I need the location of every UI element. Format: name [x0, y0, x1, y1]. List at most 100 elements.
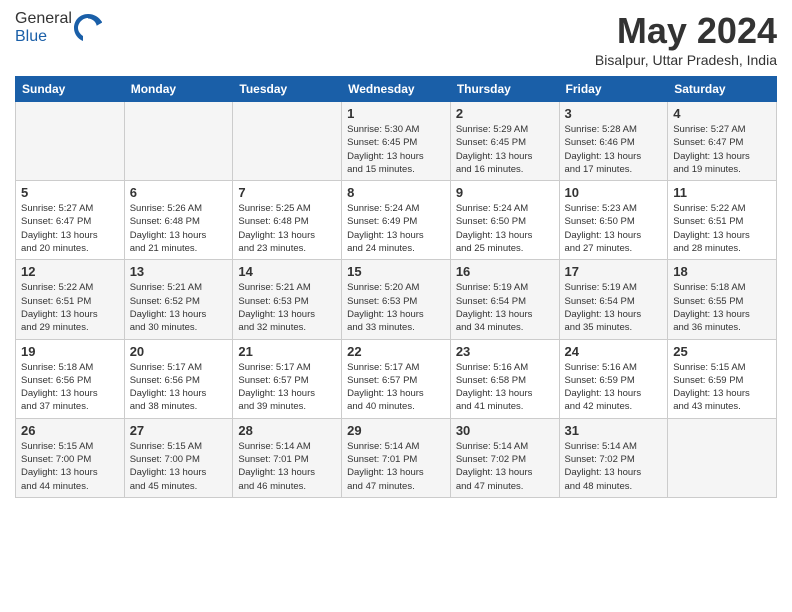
day-number: 19 [21, 344, 119, 359]
calendar-cell: 5Sunrise: 5:27 AM Sunset: 6:47 PM Daylig… [16, 181, 125, 260]
day-number: 26 [21, 423, 119, 438]
day-number: 3 [565, 106, 663, 121]
day-info: Sunrise: 5:20 AM Sunset: 6:53 PM Dayligh… [347, 281, 445, 334]
calendar-week-2: 12Sunrise: 5:22 AM Sunset: 6:51 PM Dayli… [16, 260, 777, 339]
day-info: Sunrise: 5:14 AM Sunset: 7:02 PM Dayligh… [565, 440, 663, 493]
day-number: 11 [673, 185, 771, 200]
day-info: Sunrise: 5:21 AM Sunset: 6:52 PM Dayligh… [130, 281, 228, 334]
calendar-cell: 28 Sunrise: 5:14 AM Sunset: 7:01 PM Dayli… [233, 418, 342, 497]
day-number: 24 [565, 344, 663, 359]
calendar-cell: 29 Sunrise: 5:14 AM Sunset: 7:01 PM Dayli… [342, 418, 451, 497]
location: Bisalpur, Uttar Pradesh, India [595, 52, 777, 68]
day-info: Sunrise: 5:16 AM Sunset: 6:59 PM Dayligh… [565, 361, 663, 414]
calendar-cell: 27 Sunrise: 5:15 AM Sunset: 7:00 PM Dayli… [124, 418, 233, 497]
day-info: Sunrise: 5:19 AM Sunset: 6:54 PM Dayligh… [565, 281, 663, 334]
calendar-cell [668, 418, 777, 497]
col-friday: Friday [559, 77, 668, 102]
calendar-cell: 7 Sunrise: 5:25 AM Sunset: 6:48 PM Daylig… [233, 181, 342, 260]
calendar-cell: 6Sunrise: 5:26 AM Sunset: 6:48 PM Daylig… [124, 181, 233, 260]
day-number: 21 [238, 344, 336, 359]
day-number: 5 [21, 185, 119, 200]
calendar-cell: 30Sunrise: 5:14 AM Sunset: 7:02 PM Dayli… [450, 418, 559, 497]
day-info: Sunrise: 5:15 AM Sunset: 7:00 PM Dayligh… [130, 440, 228, 493]
calendar-cell: 8 Sunrise: 5:24 AM Sunset: 6:49 PM Daylig… [342, 181, 451, 260]
day-info: Sunrise: 5:18 AM Sunset: 6:56 PM Dayligh… [21, 361, 119, 414]
calendar-cell: 16Sunrise: 5:19 AM Sunset: 6:54 PM Dayli… [450, 260, 559, 339]
calendar-week-1: 5Sunrise: 5:27 AM Sunset: 6:47 PM Daylig… [16, 181, 777, 260]
day-info: Sunrise: 5:28 AM Sunset: 6:46 PM Dayligh… [565, 123, 663, 176]
day-number: 13 [130, 264, 228, 279]
day-number: 30 [456, 423, 554, 438]
logo-blue-text: Blue [15, 28, 47, 45]
calendar-cell: 13 Sunrise: 5:21 AM Sunset: 6:52 PM Dayli… [124, 260, 233, 339]
day-number: 7 [238, 185, 336, 200]
day-number: 9 [456, 185, 554, 200]
day-info: Sunrise: 5:30 AM Sunset: 6:45 PM Dayligh… [347, 123, 445, 176]
day-info: Sunrise: 5:24 AM Sunset: 6:50 PM Dayligh… [456, 202, 554, 255]
calendar-cell [124, 102, 233, 181]
day-number: 15 [347, 264, 445, 279]
calendar-cell: 17 Sunrise: 5:19 AM Sunset: 6:54 PM Dayli… [559, 260, 668, 339]
day-info: Sunrise: 5:25 AM Sunset: 6:48 PM Dayligh… [238, 202, 336, 255]
calendar-cell: 24 Sunrise: 5:16 AM Sunset: 6:59 PM Dayli… [559, 339, 668, 418]
day-info: Sunrise: 5:15 AM Sunset: 7:00 PM Dayligh… [21, 440, 119, 493]
day-number: 4 [673, 106, 771, 121]
header: General Blue May 2024 Bisalpur, Uttar Pr… [15, 10, 777, 68]
calendar-cell: 22 Sunrise: 5:17 AM Sunset: 6:57 PM Dayli… [342, 339, 451, 418]
col-tuesday: Tuesday [233, 77, 342, 102]
day-info: Sunrise: 5:17 AM Sunset: 6:57 PM Dayligh… [347, 361, 445, 414]
day-number: 22 [347, 344, 445, 359]
calendar-cell: 9 Sunrise: 5:24 AM Sunset: 6:50 PM Daylig… [450, 181, 559, 260]
col-wednesday: Wednesday [342, 77, 451, 102]
calendar-cell: 25Sunrise: 5:15 AM Sunset: 6:59 PM Dayli… [668, 339, 777, 418]
day-info: Sunrise: 5:21 AM Sunset: 6:53 PM Dayligh… [238, 281, 336, 334]
day-number: 29 [347, 423, 445, 438]
day-number: 14 [238, 264, 336, 279]
day-number: 27 [130, 423, 228, 438]
calendar-cell: 14 Sunrise: 5:21 AM Sunset: 6:53 PM Dayli… [233, 260, 342, 339]
day-info: Sunrise: 5:14 AM Sunset: 7:01 PM Dayligh… [238, 440, 336, 493]
day-number: 28 [238, 423, 336, 438]
day-number: 20 [130, 344, 228, 359]
day-info: Sunrise: 5:22 AM Sunset: 6:51 PM Dayligh… [673, 202, 771, 255]
page: General Blue May 2024 Bisalpur, Uttar Pr… [0, 0, 792, 612]
day-info: Sunrise: 5:17 AM Sunset: 6:56 PM Dayligh… [130, 361, 228, 414]
calendar-cell: 26 Sunrise: 5:15 AM Sunset: 7:00 PM Dayli… [16, 418, 125, 497]
day-info: Sunrise: 5:19 AM Sunset: 6:54 PM Dayligh… [456, 281, 554, 334]
month-title: May 2024 [595, 10, 777, 52]
calendar-cell: 21Sunrise: 5:17 AM Sunset: 6:57 PM Dayli… [233, 339, 342, 418]
day-number: 17 [565, 264, 663, 279]
calendar-cell: 11 Sunrise: 5:22 AM Sunset: 6:51 PM Dayli… [668, 181, 777, 260]
day-info: Sunrise: 5:18 AM Sunset: 6:55 PM Dayligh… [673, 281, 771, 334]
calendar-cell: 3 Sunrise: 5:28 AM Sunset: 6:46 PM Daylig… [559, 102, 668, 181]
day-info: Sunrise: 5:23 AM Sunset: 6:50 PM Dayligh… [565, 202, 663, 255]
logo-general-text: General [15, 10, 72, 27]
logo-icon [74, 14, 102, 42]
calendar-cell: 23Sunrise: 5:16 AM Sunset: 6:58 PM Dayli… [450, 339, 559, 418]
calendar-cell: 2Sunrise: 5:29 AM Sunset: 6:45 PM Daylig… [450, 102, 559, 181]
day-number: 1 [347, 106, 445, 121]
col-thursday: Thursday [450, 77, 559, 102]
calendar-week-4: 26 Sunrise: 5:15 AM Sunset: 7:00 PM Dayli… [16, 418, 777, 497]
col-saturday: Saturday [668, 77, 777, 102]
calendar-cell: 18Sunrise: 5:18 AM Sunset: 6:55 PM Dayli… [668, 260, 777, 339]
header-row: Sunday Monday Tuesday Wednesday Thursday… [16, 77, 777, 102]
logo: General Blue [15, 10, 102, 46]
calendar-week-0: 1 Sunrise: 5:30 AM Sunset: 6:45 PM Daylig… [16, 102, 777, 181]
calendar-table: Sunday Monday Tuesday Wednesday Thursday… [15, 76, 777, 498]
day-number: 8 [347, 185, 445, 200]
day-info: Sunrise: 5:24 AM Sunset: 6:49 PM Dayligh… [347, 202, 445, 255]
col-monday: Monday [124, 77, 233, 102]
calendar-cell: 19 Sunrise: 5:18 AM Sunset: 6:56 PM Dayli… [16, 339, 125, 418]
day-number: 23 [456, 344, 554, 359]
title-block: May 2024 Bisalpur, Uttar Pradesh, India [595, 10, 777, 68]
calendar-cell [233, 102, 342, 181]
calendar-cell: 10Sunrise: 5:23 AM Sunset: 6:50 PM Dayli… [559, 181, 668, 260]
day-info: Sunrise: 5:26 AM Sunset: 6:48 PM Dayligh… [130, 202, 228, 255]
day-info: Sunrise: 5:27 AM Sunset: 6:47 PM Dayligh… [673, 123, 771, 176]
col-sunday: Sunday [16, 77, 125, 102]
calendar-cell: 31Sunrise: 5:14 AM Sunset: 7:02 PM Dayli… [559, 418, 668, 497]
calendar-cell: 1 Sunrise: 5:30 AM Sunset: 6:45 PM Daylig… [342, 102, 451, 181]
day-info: Sunrise: 5:14 AM Sunset: 7:01 PM Dayligh… [347, 440, 445, 493]
calendar-cell [16, 102, 125, 181]
